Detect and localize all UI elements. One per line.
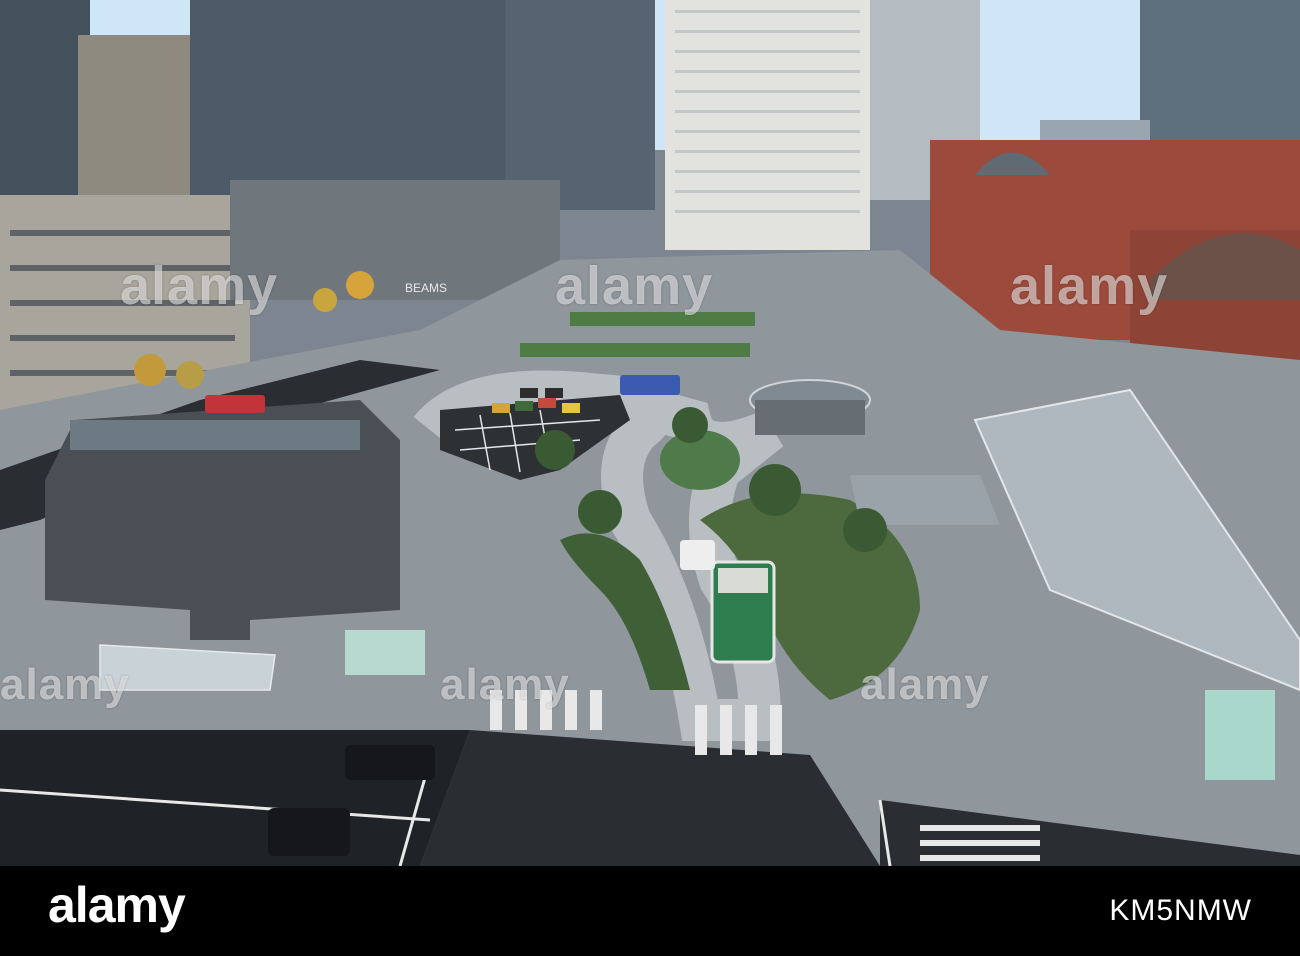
city-bus-roof [718, 568, 768, 593]
car-white [680, 540, 715, 570]
store-sign: BEAMS [405, 281, 447, 295]
building-mid-block [230, 180, 560, 300]
bus-blue [620, 375, 680, 395]
lawn-lower [520, 343, 750, 357]
taxi-black [345, 745, 435, 780]
building-left-mid [78, 35, 208, 205]
alamy-logo: alamy [48, 877, 186, 933]
building-left-tower [0, 0, 90, 220]
footer-bar: alamy KM5NMW [0, 866, 1300, 956]
plaza-scene: BEAMS [0, 0, 1300, 866]
car-black [268, 808, 350, 856]
bus-red [205, 395, 265, 413]
elevator-glass-box [345, 630, 425, 675]
ventilation-roof-grid [70, 420, 360, 450]
elevator-glass-right [1205, 690, 1275, 780]
photo: BEAMS alamy alamy alamy alamy alamy alam… [0, 0, 1300, 866]
skylight-base [755, 400, 865, 435]
image-id: KM5NMW [1109, 894, 1252, 927]
building-glass-right [505, 0, 655, 210]
lawn-upper [570, 312, 755, 326]
